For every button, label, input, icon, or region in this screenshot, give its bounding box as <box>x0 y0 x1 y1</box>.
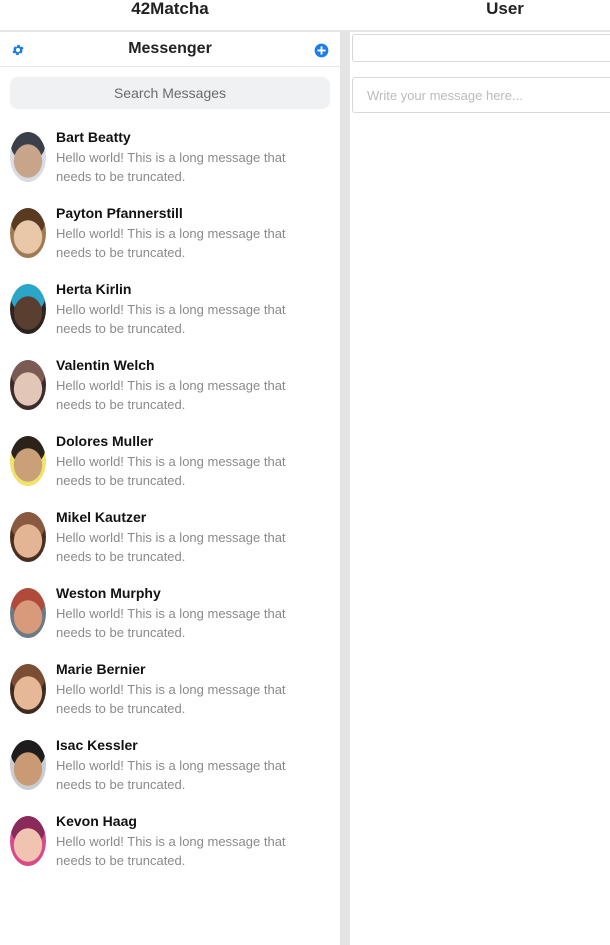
user-title: User <box>486 0 524 18</box>
conversation-item[interactable]: Herta Kirlin Hello world! This is a long … <box>0 276 340 352</box>
conversation-preview: Hello world! This is a long message that… <box>56 302 286 336</box>
conversation-preview: Hello world! This is a long message that… <box>56 606 286 640</box>
conversation-item[interactable]: Valentin Welch Hello world! This is a lon… <box>0 352 340 428</box>
conversation-name: Marie Bernier <box>56 661 146 677</box>
avatar <box>10 132 46 182</box>
conversation-name: Bart Beatty <box>56 129 131 145</box>
conversation-name: Valentin Welch <box>56 357 155 373</box>
conversation-preview: Hello world! This is a long message that… <box>56 150 286 184</box>
avatar <box>10 360 46 410</box>
conversation-item[interactable]: Payton Pfannerstill Hello world! This is … <box>0 200 340 276</box>
avatar <box>10 284 46 334</box>
conversation-preview: Hello world! This is a long message that… <box>56 758 286 792</box>
new-message-button[interactable] <box>313 42 329 58</box>
conversation-item[interactable]: Marie Bernier Hello world! This is a long… <box>0 656 340 732</box>
avatar <box>10 208 46 258</box>
avatar <box>10 740 46 790</box>
conversation-item[interactable]: Kevon Haag Hello world! This is a long me… <box>0 808 340 884</box>
avatar <box>10 816 46 866</box>
plus-circle-icon <box>314 43 328 57</box>
conversation-item[interactable]: Dolores Muller Hello world! This is a lon… <box>0 428 340 504</box>
avatar <box>10 664 46 714</box>
conversation-preview: Hello world! This is a long message that… <box>56 378 286 412</box>
conversation-item[interactable]: Mikel Kautzer Hello world! This is a long… <box>0 504 340 580</box>
avatar <box>10 588 46 638</box>
conversation-name: Mikel Kautzer <box>56 509 147 525</box>
conversation-name: Payton Pfannerstill <box>56 205 183 221</box>
conversation-name: Isac Kessler <box>56 737 138 753</box>
recipient-field[interactable] <box>352 34 610 62</box>
conversation-name: Kevon Haag <box>56 813 137 829</box>
conversation-item[interactable]: Weston Murphy Hello world! This is a long… <box>0 580 340 656</box>
top-bar: 42Matcha User <box>0 0 610 32</box>
search-messages-input[interactable] <box>10 77 330 109</box>
conversation-preview: Hello world! This is a long message that… <box>56 530 286 564</box>
conversation-list: Bart Beatty Hello world! This is a long m… <box>0 124 340 884</box>
app-title: 42Matcha <box>131 0 209 18</box>
conversation-name: Herta Kirlin <box>56 281 132 297</box>
conversation-name: Dolores Muller <box>56 433 154 449</box>
message-compose-input[interactable] <box>352 77 610 113</box>
chat-pane <box>350 32 610 945</box>
pane-divider <box>340 32 350 945</box>
conversation-name: Weston Murphy <box>56 585 161 601</box>
conversation-item[interactable]: Isac Kessler Hello world! This is a long … <box>0 732 340 808</box>
avatar <box>10 512 46 562</box>
conversation-preview: Hello world! This is a long message that… <box>56 454 286 488</box>
messenger-header: Messenger <box>0 32 340 67</box>
messenger-sidebar: Messenger Bart Beatty Hello world! This i… <box>0 32 340 945</box>
avatar <box>10 436 46 486</box>
conversation-preview: Hello world! This is a long message that… <box>56 226 286 260</box>
conversation-preview: Hello world! This is a long message that… <box>56 834 286 868</box>
conversation-item[interactable]: Bart Beatty Hello world! This is a long m… <box>0 124 340 200</box>
conversation-preview: Hello world! This is a long message that… <box>56 682 286 716</box>
messenger-title: Messenger <box>128 40 212 57</box>
